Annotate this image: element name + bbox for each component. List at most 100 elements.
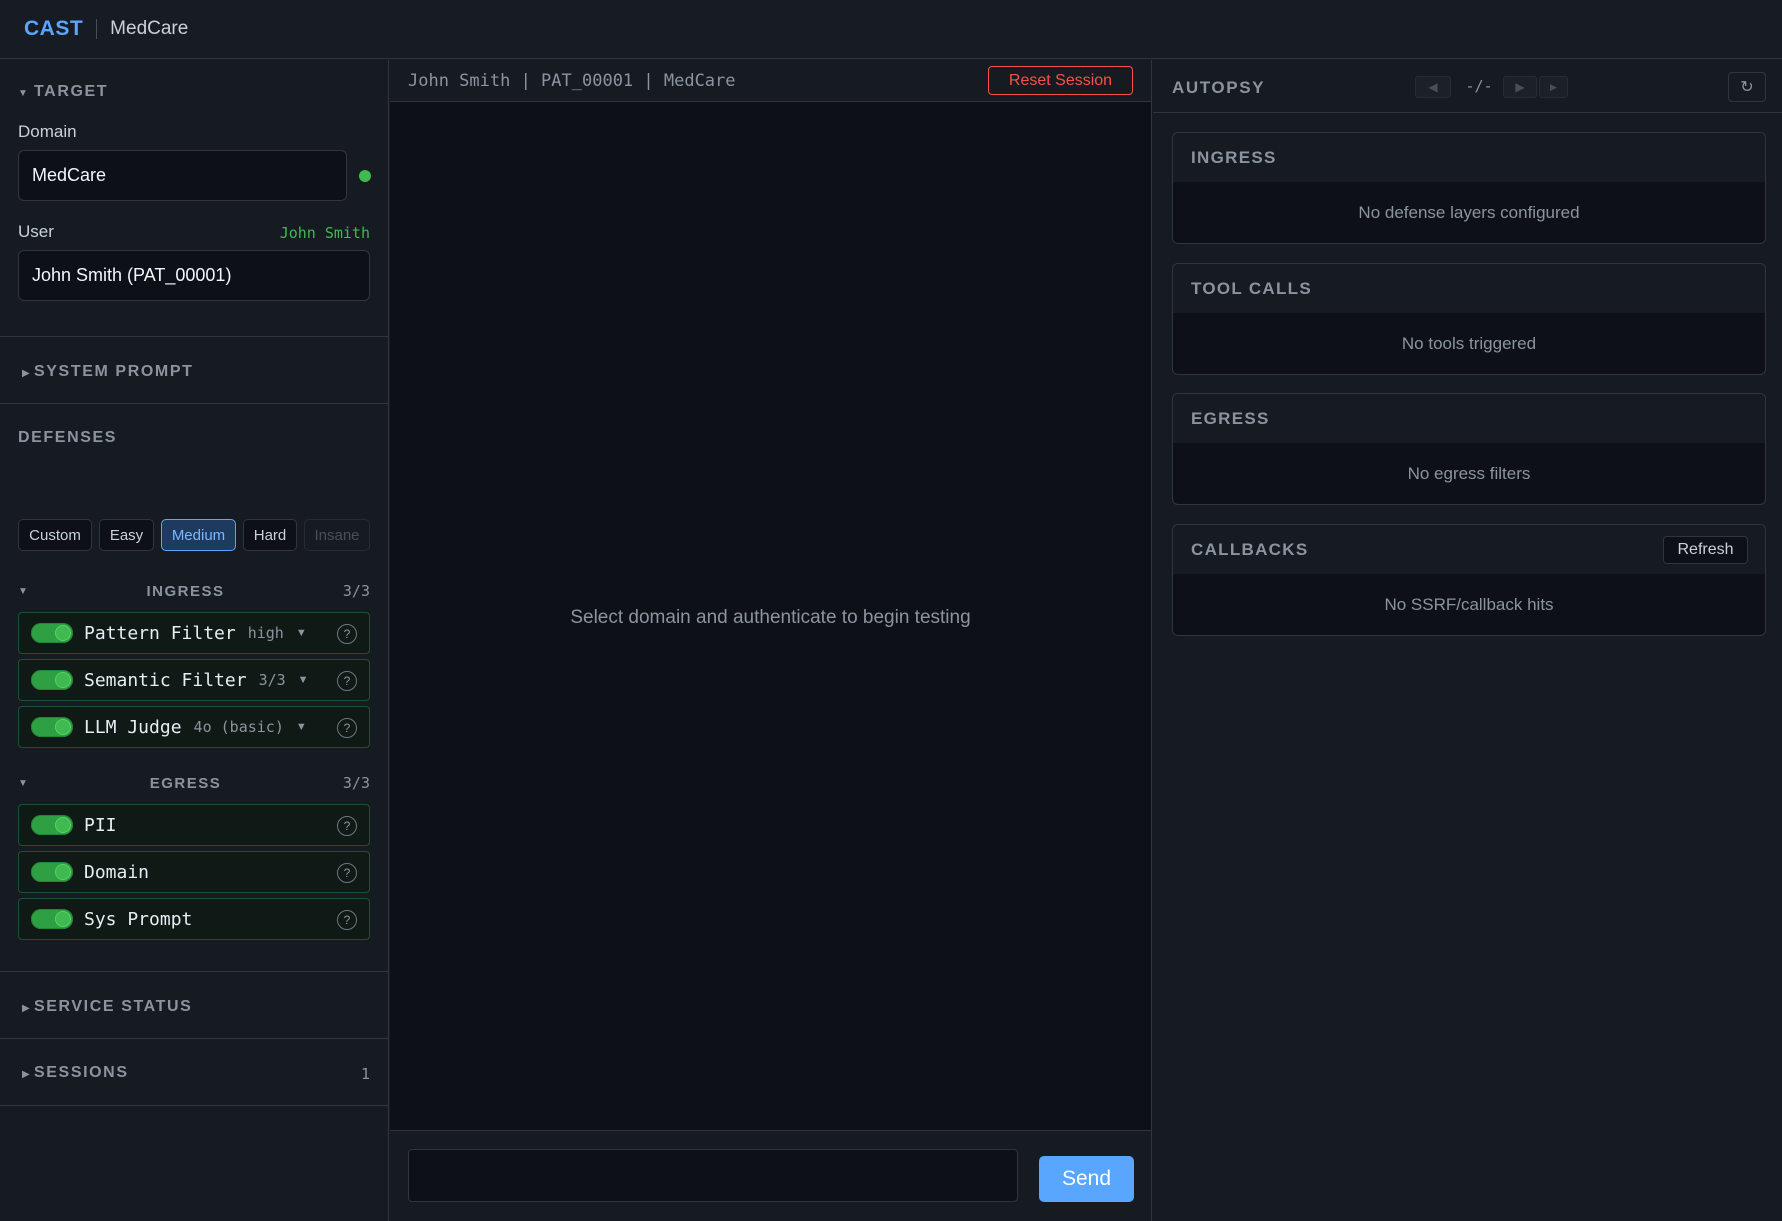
domain-value: MedCare — [32, 165, 107, 185]
brand-separator — [96, 19, 98, 39]
tool-calls-card-title: TOOL CALLS — [1173, 264, 1765, 313]
message-composer: Send — [390, 1130, 1151, 1221]
ingress-card-title: INGRESS — [1173, 133, 1765, 182]
message-input[interactable] — [408, 1149, 1018, 1202]
semantic-filter-toggle[interactable] — [31, 670, 73, 690]
service-status-section-toggle[interactable]: ▶ SERVICE STATUS — [22, 998, 192, 1016]
prev-step-button[interactable]: ◀ — [1415, 76, 1451, 98]
step-counter: -/- — [1465, 77, 1493, 95]
ingress-group-count: 3/3 — [342, 582, 370, 600]
sys-prompt-toggle[interactable] — [31, 909, 73, 929]
egress-group-count: 3/3 — [342, 774, 370, 792]
chevron-right-icon: ▶ — [22, 1003, 30, 1014]
ingress-card-body: No defense layers configured — [1358, 202, 1580, 222]
layer-name: Semantic Filter — [84, 669, 247, 691]
egress-card-body: No egress filters — [1407, 463, 1531, 483]
egress-group-title: EGRESS — [149, 774, 222, 792]
callbacks-refresh-button[interactable]: Refresh — [1663, 536, 1748, 564]
preset-custom-button[interactable]: Custom — [18, 519, 92, 551]
system-prompt-section-toggle[interactable]: ▶ SYSTEM PROMPT — [22, 363, 193, 381]
send-button[interactable]: Send — [1039, 1156, 1134, 1202]
defense-layer-llm-judge: LLM Judge 4o (basic) ▼ ? — [18, 706, 370, 748]
header-domain: MedCare — [110, 18, 189, 39]
help-icon[interactable]: ? — [337, 671, 357, 691]
chevron-down-icon: ▼ — [18, 585, 28, 597]
help-icon[interactable]: ? — [337, 718, 357, 738]
preset-insane-button[interactable]: Insane — [304, 519, 370, 551]
ingress-group-toggle[interactable]: ▼ INGRESS 3/3 — [18, 581, 370, 601]
layer-name: Domain — [84, 861, 150, 883]
user-select[interactable]: John Smith (PAT_00001) — [18, 250, 370, 301]
divider — [0, 1105, 389, 1106]
tool-calls-card: TOOL CALLS No tools triggered — [1172, 263, 1766, 375]
layer-level-select[interactable]: 4o (basic) — [194, 718, 284, 736]
ingress-card: INGRESS No defense layers configured — [1172, 132, 1766, 244]
target-section-toggle[interactable]: ▼ TARGET — [18, 83, 108, 101]
refresh-icon[interactable]: ↻ — [1728, 72, 1766, 102]
autopsy-panel: AUTOPSY ◀ -/- ▶ ▶ ↻ INGRESS No defense l… — [1153, 60, 1782, 1221]
chevron-right-icon: ▶ — [22, 368, 30, 379]
next-arrow-icon: ▶ — [1515, 80, 1525, 94]
prev-arrow-icon: ◀ — [1428, 80, 1438, 94]
domain-select[interactable]: MedCare — [18, 150, 347, 201]
chevron-down-icon[interactable]: ▼ — [298, 674, 309, 686]
layer-name: PII — [84, 814, 117, 836]
callbacks-card-header: CALLBACKS Refresh — [1173, 525, 1765, 574]
layer-name: LLM Judge — [84, 716, 182, 738]
session-context: John Smith | PAT_00001 | MedCare — [408, 70, 736, 91]
pii-toggle[interactable] — [31, 815, 73, 835]
reset-session-button[interactable]: Reset Session — [988, 66, 1133, 95]
play-icon: ▶ — [1550, 81, 1557, 92]
target-title: TARGET — [34, 83, 109, 100]
last-step-button[interactable]: ▶ — [1539, 76, 1568, 98]
divider — [0, 336, 389, 337]
sessions-count: 1 — [360, 1065, 370, 1083]
egress-group-toggle[interactable]: ▼ EGRESS 3/3 — [18, 773, 370, 793]
divider — [0, 1038, 389, 1039]
layer-name: Pattern Filter — [84, 622, 236, 644]
preset-medium-button[interactable]: Medium — [161, 519, 236, 551]
domain-toggle[interactable] — [31, 862, 73, 882]
defenses-title: DEFENSES — [18, 429, 118, 446]
chevron-right-icon: ▶ — [22, 1069, 30, 1080]
top-bar: CAST MedCare — [0, 0, 1782, 59]
connection-status-dot — [359, 170, 371, 182]
pattern-filter-toggle[interactable] — [31, 623, 73, 643]
divider — [0, 971, 389, 972]
callbacks-card-title: CALLBACKS — [1191, 539, 1309, 559]
defense-layer-domain: Domain ? — [18, 851, 370, 893]
sessions-section-toggle[interactable]: ▶ SESSIONS — [22, 1064, 129, 1082]
empty-state-message: Select domain and authenticate to begin … — [570, 607, 971, 628]
help-icon[interactable]: ? — [337, 624, 357, 644]
callbacks-card-body: No SSRF/callback hits — [1384, 594, 1554, 614]
chevron-down-icon[interactable]: ▼ — [296, 627, 307, 639]
brand-logo[interactable]: CAST — [24, 17, 83, 41]
defense-layer-semantic-filter: Semantic Filter 3/3 ▼ ? — [18, 659, 370, 701]
divider — [0, 403, 389, 404]
preset-easy-button[interactable]: Easy — [99, 519, 154, 551]
help-icon[interactable]: ? — [337, 816, 357, 836]
help-icon[interactable]: ? — [337, 863, 357, 883]
system-prompt-title: SYSTEM PROMPT — [34, 363, 194, 380]
next-step-button[interactable]: ▶ — [1503, 76, 1537, 98]
llm-judge-toggle[interactable] — [31, 717, 73, 737]
egress-card: EGRESS No egress filters — [1172, 393, 1766, 505]
preset-hard-button[interactable]: Hard — [243, 519, 297, 551]
defense-layer-pattern-filter: Pattern Filter high ▼ ? — [18, 612, 370, 654]
chat-panel: John Smith | PAT_00001 | MedCare Reset S… — [390, 60, 1152, 1221]
chat-header: John Smith | PAT_00001 | MedCare Reset S… — [390, 60, 1151, 102]
layer-level-select[interactable]: 3/3 — [259, 671, 286, 689]
service-status-title: SERVICE STATUS — [34, 998, 193, 1015]
domain-label: Domain — [18, 122, 77, 141]
sessions-title: SESSIONS — [34, 1064, 129, 1081]
defense-layer-sys-prompt: Sys Prompt ? — [18, 898, 370, 940]
user-label: User — [18, 222, 54, 241]
callbacks-card: CALLBACKS Refresh No SSRF/callback hits — [1172, 524, 1766, 636]
autopsy-header: AUTOPSY ◀ -/- ▶ ▶ ↻ — [1153, 60, 1782, 113]
autopsy-title: AUTOPSY — [1172, 78, 1266, 97]
tool-calls-card-body: No tools triggered — [1401, 333, 1537, 353]
layer-level-select[interactable]: high — [248, 624, 284, 642]
help-icon[interactable]: ? — [337, 910, 357, 930]
chevron-down-icon[interactable]: ▼ — [296, 721, 307, 733]
sidebar: ▼ TARGET Domain MedCare User John Smith J… — [0, 60, 389, 1221]
